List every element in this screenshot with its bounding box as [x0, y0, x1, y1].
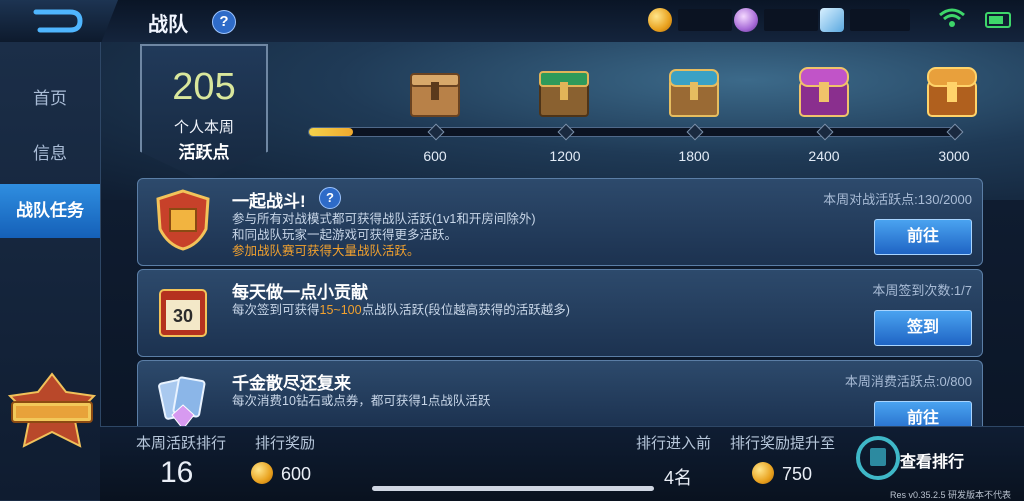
- task-desc-line: 参与所有对战模式都可获得战队活跃(1v1和开房间除外): [232, 212, 536, 226]
- score-label-line1: 个人本周: [173, 119, 234, 136]
- checkin-button[interactable]: 签到: [874, 310, 972, 346]
- task-desc-text: 每次签到可获得: [232, 303, 320, 317]
- go-button[interactable]: 前往: [874, 401, 972, 427]
- task-desc-line: 和同战队玩家一起游戏可获得更多活跃。: [232, 228, 458, 242]
- game-logo: [7, 372, 97, 448]
- view-ranking-label: 查看排行: [900, 454, 965, 471]
- gold-coin-icon: [752, 462, 774, 484]
- help-icon[interactable]: ?: [212, 10, 236, 34]
- reward-label: 排行奖励: [255, 435, 316, 452]
- upgrade-value: 750: [782, 464, 813, 484]
- enter-value: 4名: [664, 468, 693, 488]
- diamond-resource[interactable]: [734, 8, 818, 32]
- milestone-label: 1800: [678, 148, 710, 164]
- view-ranking-button[interactable]: 查看排行: [844, 434, 984, 484]
- milestone-label: 1200: [549, 148, 581, 164]
- activity-progress-bar: [308, 127, 960, 137]
- milestone-label: 3000: [938, 148, 970, 164]
- task-description: 每次消费10钻石或点券，都可获得1点战队活跃: [232, 394, 491, 408]
- reward-chest-icon[interactable]: [664, 64, 724, 120]
- enter-label: 排行进入前: [636, 435, 712, 452]
- back-button[interactable]: [0, 0, 118, 42]
- gold-value-box: [678, 9, 732, 31]
- shield-badge-icon: [156, 189, 210, 251]
- milestone-label: 2400: [808, 148, 840, 164]
- voucher-icon: [820, 8, 844, 32]
- calendar-icon: 30: [159, 289, 207, 337]
- reward-chest-icon[interactable]: [794, 64, 854, 120]
- task-description: 参与所有对战模式都可获得战队活跃(1v1和开房间除外) 和同战队玩家一起游戏可获…: [232, 211, 535, 259]
- voucher-value-box: [850, 9, 910, 31]
- task-desc-highlight: 15~100: [319, 303, 362, 317]
- reward-value: 600: [281, 464, 312, 484]
- diamond-icon: [734, 8, 758, 32]
- task-progress-text: 本周签到次数:1/7: [872, 283, 972, 298]
- task-card-battle: 一起战斗! ? 参与所有对战模式都可获得战队活跃(1v1和开房间除外) 和同战队…: [137, 178, 983, 266]
- diamond-cards-icon: [158, 376, 206, 427]
- task-progress-text: 本周消费活跃点:0/800: [844, 374, 972, 389]
- gold-resource[interactable]: [648, 8, 732, 32]
- sidebar-item-info[interactable]: 信息: [0, 127, 100, 181]
- task-card-spend: 千金散尽还复来 每次消费10钻石或点券，都可获得1点战队活跃 本周消费活跃点:0…: [137, 360, 983, 427]
- milestone-label: 600: [423, 148, 447, 164]
- sidebar-item-home[interactable]: 首页: [0, 72, 100, 126]
- wifi-icon: [939, 8, 965, 27]
- diamond-value-box: [764, 9, 818, 31]
- version-text: Res v0.35.2.5 研发版本不代表: [890, 490, 1012, 500]
- gold-coin-icon: [251, 462, 273, 484]
- task-desc-highlight: 参加战队赛可获得大量战队活跃。: [232, 244, 420, 258]
- reward-chest-icon[interactable]: [405, 64, 465, 120]
- task-title: 一起战斗!: [232, 192, 306, 211]
- svg-text:30: 30: [173, 306, 193, 326]
- score-label-line2: 活跃点: [178, 143, 230, 162]
- go-button[interactable]: 前往: [874, 219, 972, 255]
- task-title: 每天做一点小贡献: [232, 283, 368, 302]
- score-value: 205: [172, 66, 236, 108]
- battery-icon: [985, 12, 1011, 28]
- voucher-resource[interactable]: [820, 8, 910, 32]
- rank-label: 本周活跃排行: [136, 435, 227, 452]
- task-desc-text: 点战队活跃(段位越高获得的活跃越多): [361, 303, 570, 317]
- back-arrow-icon: [33, 9, 83, 33]
- progress-fill: [309, 128, 354, 136]
- gold-coin-icon: [648, 8, 672, 32]
- task-title: 千金散尽还复来: [232, 374, 351, 393]
- reward-chest-icon[interactable]: [534, 64, 594, 120]
- trophy-icon: [856, 436, 900, 480]
- rank-value: 16: [160, 456, 194, 489]
- help-icon[interactable]: ?: [319, 187, 341, 209]
- task-progress-text: 本周对战活跃点:130/2000: [823, 192, 972, 207]
- home-indicator: [372, 486, 654, 491]
- page-title: 战队: [148, 14, 188, 36]
- task-description: 每次签到可获得15~100点战队活跃(段位越高获得的活跃越多): [232, 302, 570, 318]
- reward-chest-icon[interactable]: [922, 64, 982, 120]
- upgrade-label: 排行奖励提升至: [730, 435, 836, 452]
- task-card-checkin: 30 每天做一点小贡献 每次签到可获得15~100点战队活跃(段位越高获得的活跃…: [137, 269, 983, 357]
- sidebar-item-team-tasks[interactable]: 战队任务: [0, 184, 100, 238]
